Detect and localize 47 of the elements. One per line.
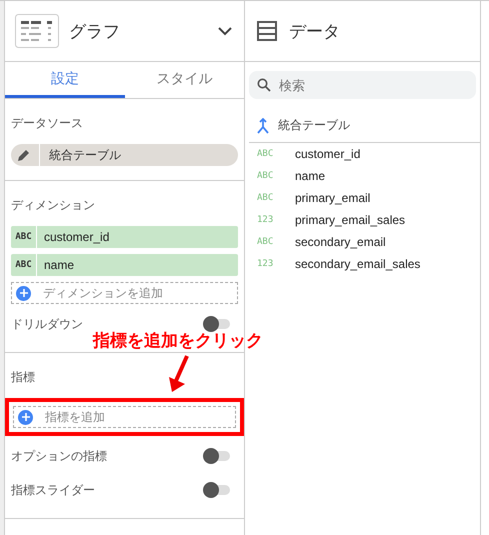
chevron-down-icon[interactable] xyxy=(218,26,232,36)
table-icon xyxy=(257,21,277,41)
toggle-label: オプションの指標 xyxy=(11,448,107,464)
tab[interactable]: 設定 xyxy=(5,62,124,98)
search-field[interactable]: 検索 xyxy=(249,71,476,99)
panel-title: グラフ xyxy=(69,20,121,42)
merge-icon xyxy=(257,118,269,134)
field-name: customer_id xyxy=(43,230,110,244)
toggle-label: ドリルダウン xyxy=(11,316,83,332)
field-type-label: 123 xyxy=(257,259,274,269)
field-type-label: ABC xyxy=(257,149,274,159)
section-heading: データソース xyxy=(11,115,84,132)
field-name: name xyxy=(43,258,74,272)
table-chart-icon xyxy=(15,14,59,48)
field-name[interactable]: secondary_email xyxy=(283,235,386,249)
panel-title: データ xyxy=(289,20,341,42)
field-type-label: 123 xyxy=(257,215,274,225)
pencil-icon xyxy=(17,148,31,162)
annotation-arrow xyxy=(167,355,191,393)
toggle-switch[interactable] xyxy=(206,485,230,495)
field-type-label: ABC xyxy=(257,171,274,181)
search-icon xyxy=(257,78,271,92)
toggle-switch[interactable] xyxy=(206,319,230,329)
tab[interactable]: スタイル xyxy=(124,62,244,98)
dimension-chip[interactable]: ABC customer_id xyxy=(11,226,238,248)
data-source-chip[interactable]: 統合テーブル xyxy=(11,144,238,166)
add-metric-field[interactable]: 指標を追加 xyxy=(13,406,236,428)
field-type-label: ABC xyxy=(257,237,274,247)
field-name[interactable]: primary_email xyxy=(283,191,370,205)
field-name[interactable]: primary_email_sales xyxy=(283,213,406,227)
add-dimension-field[interactable]: ディメンションを追加 xyxy=(11,282,238,304)
data-source-name: 統合テーブル xyxy=(39,144,121,166)
field-type-label: ABC xyxy=(257,193,274,203)
annotation-text: 指標を追加をクリック xyxy=(93,331,263,351)
plus-icon xyxy=(18,410,33,424)
plus-icon xyxy=(16,286,31,300)
section-heading: ディメンション xyxy=(11,197,96,214)
toggle-label: 指標スライダー xyxy=(11,482,95,498)
field-name[interactable]: customer_id xyxy=(283,147,360,161)
section-heading: 指標 xyxy=(11,369,36,386)
field-type-label: ABC xyxy=(11,254,37,276)
field-type-label: ABC xyxy=(11,226,37,248)
dimension-chip[interactable]: ABC name xyxy=(11,254,238,276)
toggle-switch[interactable] xyxy=(206,451,230,461)
field-name[interactable]: name xyxy=(283,169,326,183)
data-source-name: 統合テーブル xyxy=(278,117,350,134)
field-name[interactable]: secondary_email_sales xyxy=(283,257,420,271)
